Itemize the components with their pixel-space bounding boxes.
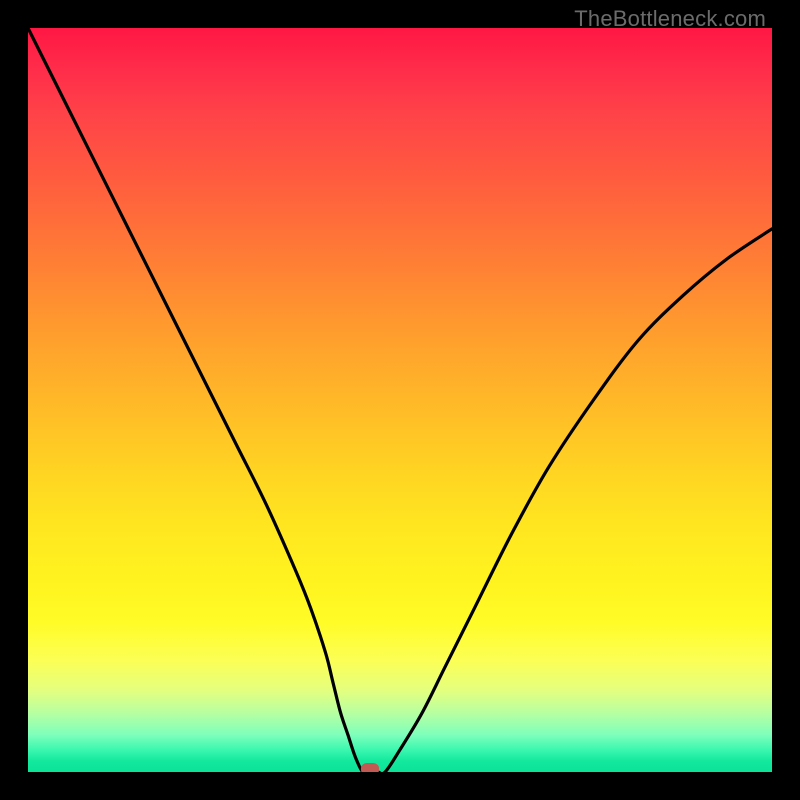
- bottleneck-curve: [28, 28, 772, 772]
- plot-area: [28, 28, 772, 772]
- optimum-marker-icon: [361, 763, 379, 772]
- watermark-text: TheBottleneck.com: [574, 6, 766, 32]
- chart-frame: TheBottleneck.com: [0, 0, 800, 800]
